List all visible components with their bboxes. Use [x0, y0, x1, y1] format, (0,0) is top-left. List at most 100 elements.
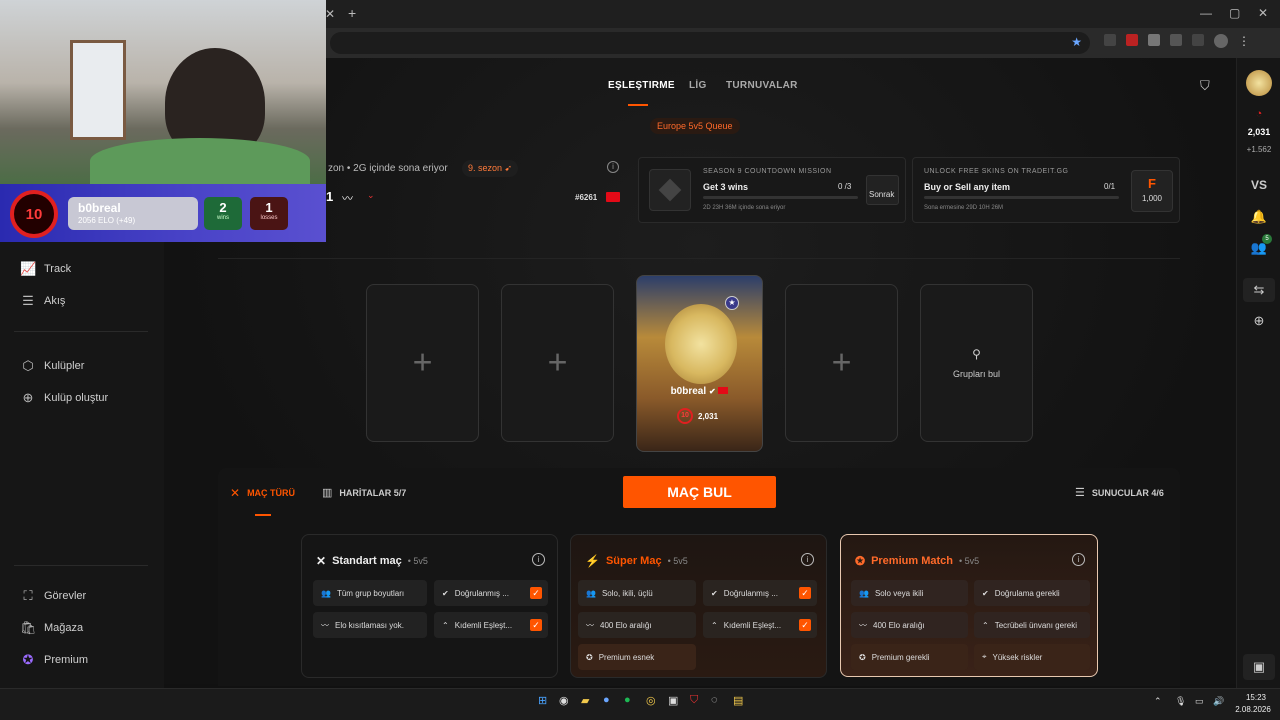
mode-feature: 👥 Solo, ikili, üçlü	[578, 580, 696, 606]
mode-card-standard[interactable]: ✕ Standart maç • 5v5 i 👥 Tüm grup boyutları…	[301, 534, 558, 678]
extension-icon[interactable]	[1126, 34, 1138, 46]
chat-button[interactable]: ▣	[1243, 654, 1275, 680]
mission-progress: 0 /3	[838, 182, 852, 191]
mode-title-row: ⚡ Süper Maç • 5v5	[585, 554, 688, 568]
close-window-button[interactable]: ✕	[1258, 6, 1268, 20]
puzzle-icon[interactable]	[1192, 34, 1204, 46]
minimize-button[interactable]: —	[1200, 6, 1212, 20]
bolt-icon: ⚡	[585, 554, 600, 568]
mode-card-premium[interactable]: ✪ Premium Match • 5v5 i 👥 Solo veya ikili ✔…	[840, 534, 1098, 677]
user-avatar[interactable]	[1246, 70, 1272, 96]
season-info-icon[interactable]: i	[607, 161, 619, 173]
sidebar-item-kulup-olustur[interactable]: ⊕ Kulüp oluştur	[20, 390, 109, 406]
profile-avatar-icon[interactable]	[1214, 34, 1228, 48]
mode-feature-label: Kıdemli Eşleşt...	[723, 620, 782, 630]
menu-kebab-icon[interactable]: ⋮	[1238, 34, 1250, 48]
sidebar-item-kulupler[interactable]: ⬡ Kulüpler	[20, 358, 84, 374]
friends-badge: 5	[1262, 234, 1272, 244]
checkbox[interactable]: ✓	[799, 619, 811, 631]
extension-icon[interactable]	[1148, 34, 1160, 46]
obs-icon[interactable]: ◌	[711, 694, 718, 706]
bell-icon[interactable]: 🔔	[1237, 209, 1280, 225]
premium-icon: ✪	[855, 554, 866, 568]
turkey-flag-icon	[606, 192, 620, 202]
servers-tab[interactable]: ☰ SUNUCULAR 4/6	[1075, 486, 1164, 499]
checkbox[interactable]: ✓	[530, 587, 542, 599]
mission-header: UNLOCK FREE SKINS ON TRADEIT.GG	[924, 168, 1069, 175]
tab-eslestirme[interactable]: EŞLEŞTIRME	[608, 80, 675, 91]
party-button[interactable]: ⇆	[1243, 278, 1275, 302]
verified-icon: ✔	[442, 588, 449, 598]
player-level: 10	[677, 408, 693, 424]
player-elo: 2,031	[698, 411, 719, 421]
sidebar-item-premium[interactable]: ✪ Premium	[20, 652, 88, 668]
sidebar-item-magaza[interactable]: 🛍 Mağaza	[20, 620, 83, 636]
level-badge: 10	[10, 190, 58, 238]
mic-icon[interactable]: 🎙	[1175, 696, 1186, 707]
right-rail: ◔ 2,031 +1.562 VS 🔔 👥 5 ⇆ ⊕ ▣	[1236, 58, 1280, 688]
mission-card[interactable]: UNLOCK FREE SKINS ON TRADEIT.GG Buy or S…	[912, 157, 1180, 223]
windows-start-icon[interactable]: ⊞	[538, 694, 547, 707]
friends-icon[interactable]: 👥	[1237, 240, 1280, 256]
mode-sub: • 5v5	[667, 556, 688, 566]
volume-icon[interactable]: 🔊	[1213, 696, 1224, 707]
sidebar-item-label: Akış	[44, 295, 66, 307]
find-match-button[interactable]: MAÇ BUL	[623, 476, 776, 508]
chrome-icon[interactable]: ◎	[646, 694, 656, 707]
mode-feature: ⌃ Kıdemli Eşleşt... ✓	[703, 612, 817, 638]
shield-icon[interactable]: ⛉	[1200, 78, 1210, 94]
sidebar-item-gorevler[interactable]: ⛶ Görevler	[20, 588, 86, 604]
invite-slot[interactable]: +	[501, 284, 614, 442]
vs-button[interactable]: VS	[1237, 178, 1280, 192]
info-icon[interactable]: i	[801, 553, 814, 566]
info-icon[interactable]: i	[1072, 553, 1085, 566]
tab-close-icon[interactable]: ✕	[325, 7, 335, 21]
mode-card-super[interactable]: ⚡ Süper Maç • 5v5 i 👥 Solo, ikili, üçlü ✔ Do…	[570, 534, 827, 678]
mission-progress: 0/1	[1104, 182, 1116, 191]
mission-card[interactable]: SEASON 9 COUNTDOWN MISSION Get 3 wins 0 …	[638, 157, 906, 223]
extension-icon[interactable]	[1170, 34, 1182, 46]
info-icon[interactable]: i	[532, 553, 545, 566]
player-card[interactable]: ★ b0breal ✔ 10 2,031	[636, 275, 763, 452]
new-tab-button[interactable]: +	[348, 5, 356, 21]
sidebar-item-label: Kulüp oluştur	[44, 392, 109, 404]
checkbox[interactable]: ✓	[530, 619, 542, 631]
folder-icon[interactable]: ▰	[581, 694, 589, 707]
maps-tab[interactable]: ▥ HARİTALAR 5/7	[322, 486, 406, 499]
tray-chevron-icon[interactable]: ⌃	[1154, 696, 1162, 707]
overlay-name: b0breal	[78, 201, 121, 215]
steam-icon[interactable]: ◉	[559, 694, 569, 707]
star-badge-icon: ★	[725, 296, 739, 310]
sidebar-item-track[interactable]: 📈 Track	[20, 261, 71, 277]
app-icon[interactable]: ▣	[668, 694, 678, 707]
match-type-tab[interactable]: ✕ MAÇ TÜRÜ	[230, 486, 295, 500]
app-icon[interactable]: ●	[603, 694, 610, 706]
display-icon[interactable]: ▭	[1195, 696, 1204, 707]
sidebar-item-label: Görevler	[44, 590, 87, 602]
mode-feature-label: 400 Elo aralığı	[600, 620, 652, 630]
plus-icon: +	[547, 343, 568, 382]
bookmark-star-icon[interactable]: ★	[1071, 35, 1082, 49]
checkbox[interactable]: ✓	[799, 587, 811, 599]
sidebar-item-akis[interactable]: ☰ Akış	[20, 293, 65, 309]
plus-circle-icon[interactable]: ⊕	[1237, 313, 1280, 329]
notes-icon[interactable]: ▤	[733, 694, 743, 707]
find-groups-card[interactable]: ⚲ Grupları bul	[920, 284, 1033, 442]
feed-icon: ☰	[22, 293, 34, 308]
overlay-name-box: b0breal 2056 ELO (+49)	[68, 197, 198, 230]
shield-app-icon[interactable]: ⛉	[690, 694, 698, 707]
invite-slot[interactable]: +	[785, 284, 898, 442]
chevron-down-icon[interactable]: ⌄	[367, 190, 375, 201]
maximize-button[interactable]: ▢	[1229, 6, 1240, 20]
tab-turnuvalar[interactable]: TURNUVALAR	[726, 80, 798, 91]
mode-feature-label: Elo kısıtlaması yok.	[335, 620, 404, 630]
player-name-row: b0breal ✔	[637, 386, 762, 397]
sidebar-divider	[14, 565, 148, 566]
mode-feature-label: Tüm grup boyutları	[336, 588, 405, 598]
address-bar[interactable]: ★	[330, 32, 1090, 54]
spotify-icon[interactable]: ●	[624, 694, 631, 706]
extension-icon[interactable]	[1104, 34, 1116, 46]
invite-slot[interactable]: +	[366, 284, 479, 442]
mode-title-row: ✪ Premium Match • 5v5	[855, 554, 979, 568]
tab-lig[interactable]: LİG	[689, 80, 707, 91]
